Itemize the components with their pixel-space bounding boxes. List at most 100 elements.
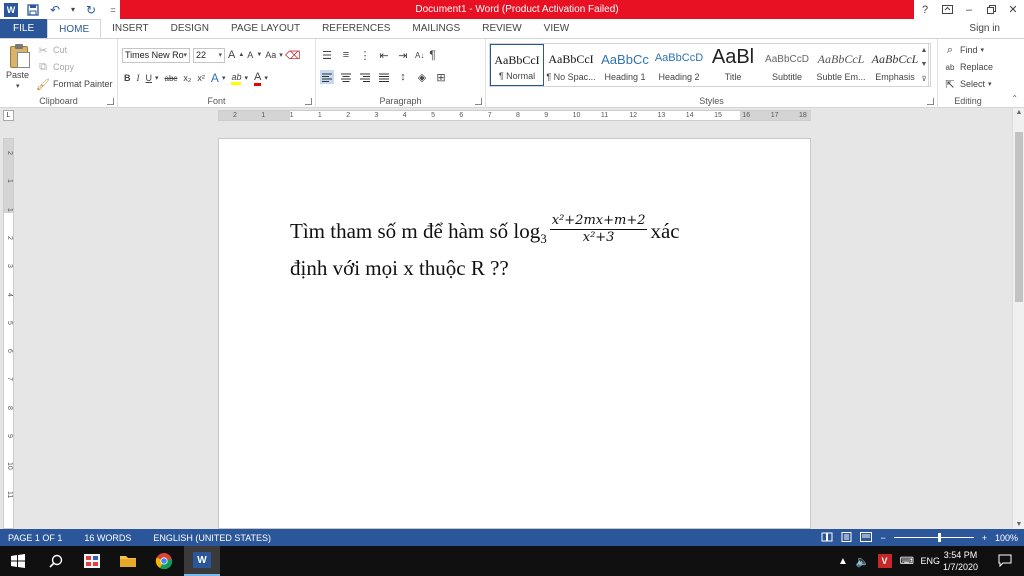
text-effects-button[interactable]: A ▾ xyxy=(211,70,226,86)
style-subtle-emphasis[interactable]: AaBbCcL Subtle Em... xyxy=(814,44,868,86)
style-normal[interactable]: AaBbCcI ¶ Normal xyxy=(490,44,544,86)
save-icon[interactable] xyxy=(26,3,40,17)
redo-icon[interactable]: ↻ xyxy=(84,3,98,17)
align-left-icon[interactable] xyxy=(320,70,334,84)
speaker-icon[interactable]: 🔈 xyxy=(856,555,870,568)
close-button[interactable]: ✕ xyxy=(1002,0,1024,19)
bold-button[interactable]: B xyxy=(124,70,131,86)
restore-button[interactable] xyxy=(980,0,1002,19)
find-button[interactable]: ⌕ Find ▾ xyxy=(943,42,984,58)
subscript-button[interactable]: x₂ xyxy=(183,70,191,86)
document-page[interactable]: Tìm tham số m để hàm số log3 x²+2mx+m+2 x²… xyxy=(218,138,811,529)
style-emphasis[interactable]: AaBbCcL Emphasis xyxy=(868,44,922,86)
format-painter-button[interactable]: 🖌 Format Painter xyxy=(36,76,113,92)
zoom-in-button[interactable]: + xyxy=(982,533,987,543)
align-right-icon[interactable] xyxy=(358,70,372,84)
app-icon[interactable] xyxy=(74,546,110,576)
language-status[interactable]: ENGLISH (UNITED STATES) xyxy=(153,533,271,543)
collapse-ribbon-icon[interactable]: ⌃ xyxy=(1011,94,1018,103)
bullets-icon[interactable]: ☰ xyxy=(320,48,334,62)
font-color-button[interactable]: A ▾ xyxy=(253,70,268,86)
scroll-up-icon[interactable]: ▲ xyxy=(1013,109,1024,116)
borders-icon[interactable]: ⊞ xyxy=(434,70,448,84)
input-language[interactable]: ENG xyxy=(920,546,940,576)
antivirus-icon[interactable]: V xyxy=(877,554,892,568)
show-marks-button[interactable]: ¶ xyxy=(429,47,435,63)
tab-page-layout[interactable]: PAGE LAYOUT xyxy=(220,19,311,38)
tab-review[interactable]: REVIEW xyxy=(471,19,532,38)
scroll-down-icon[interactable]: ▼ xyxy=(1013,521,1024,528)
numbering-icon[interactable]: ≡ xyxy=(339,48,353,62)
style-heading-2[interactable]: AaBbCcD Heading 2 xyxy=(652,44,706,86)
strikethrough-button[interactable]: abc xyxy=(165,70,178,86)
chevron-up-icon[interactable]: ▲ xyxy=(921,47,928,54)
multilevel-list-icon[interactable]: ⋮ xyxy=(358,48,372,62)
highlight-button[interactable]: ab ▾ xyxy=(231,70,248,86)
font-launcher-icon[interactable] xyxy=(305,98,312,105)
keyboard-icon[interactable]: ⌨ xyxy=(900,556,914,567)
decrease-indent-icon[interactable]: ⇤ xyxy=(377,48,391,62)
chrome-icon[interactable] xyxy=(146,546,182,576)
font-size-select[interactable]: 22 ▾ xyxy=(193,47,225,63)
start-button[interactable] xyxy=(0,546,36,576)
tab-file[interactable]: FILE xyxy=(0,19,48,38)
word-count[interactable]: 16 WORDS xyxy=(84,533,131,543)
style-heading-1[interactable]: AaBbCc Heading 1 xyxy=(598,44,652,86)
paste-button[interactable]: Paste xyxy=(6,70,29,80)
network-icon[interactable]: ▲ xyxy=(838,556,848,567)
shrink-font-button[interactable]: A ▼ xyxy=(247,47,262,63)
tab-mailings[interactable]: MAILINGS xyxy=(401,19,471,38)
underline-button[interactable]: U ▾ xyxy=(146,70,159,86)
tab-selector[interactable]: L xyxy=(3,110,14,121)
align-center-icon[interactable] xyxy=(339,70,353,84)
tab-design[interactable]: DESIGN xyxy=(160,19,220,38)
clipboard-launcher-icon[interactable] xyxy=(107,98,114,105)
paste-dropdown-icon[interactable]: ▾ xyxy=(16,82,20,90)
italic-button[interactable]: I xyxy=(137,70,140,86)
justify-icon[interactable] xyxy=(377,70,391,84)
print-layout-icon[interactable] xyxy=(841,531,852,544)
increase-indent-icon[interactable]: ⇥ xyxy=(396,48,410,62)
paragraph-launcher-icon[interactable] xyxy=(475,98,482,105)
sort-button[interactable]: A↓ xyxy=(415,47,424,63)
style-no-spacing[interactable]: AaBbCcI ¶ No Spac... xyxy=(544,44,598,86)
chevron-down-icon[interactable]: ▼ xyxy=(921,61,928,68)
style-subtitle[interactable]: AaBbCcD Subtitle xyxy=(760,44,814,86)
tab-references[interactable]: REFERENCES xyxy=(311,19,401,38)
notifications-icon[interactable] xyxy=(998,554,1012,570)
tab-insert[interactable]: INSERT xyxy=(101,19,160,38)
scroll-thumb[interactable] xyxy=(1015,132,1023,302)
word-taskbar-icon[interactable]: W xyxy=(184,546,220,576)
more-styles-icon[interactable]: ⊽ xyxy=(921,75,926,83)
cut-button[interactable]: ✂ Cut xyxy=(36,42,67,58)
sign-in-link[interactable]: Sign in xyxy=(969,19,1000,38)
select-button[interactable]: ⇱ Select ▾ xyxy=(943,76,991,92)
search-icon[interactable] xyxy=(38,546,74,576)
styles-scroll[interactable]: ▲ ▼ ⊽ xyxy=(918,43,931,87)
tab-home[interactable]: HOME xyxy=(47,19,102,38)
line-spacing-icon[interactable]: ↕ xyxy=(396,70,410,84)
font-name-select[interactable]: Times New Ro ▾ xyxy=(122,47,190,63)
customize-qat-icon[interactable]: = xyxy=(106,3,120,17)
grow-font-button[interactable]: A ▲ xyxy=(228,47,244,63)
clock[interactable]: 3:54 PM 1/7/2020 xyxy=(943,549,978,573)
clear-formatting-icon[interactable]: ⌫ xyxy=(285,48,301,62)
style-title[interactable]: AaBl Title xyxy=(706,44,760,86)
minimize-button[interactable]: – xyxy=(958,0,980,19)
document-paragraph[interactable]: Tìm tham số m để hàm số log3 x²+2mx+m+2 x²… xyxy=(290,213,730,285)
web-layout-icon[interactable] xyxy=(860,531,873,544)
ribbon-display-options-icon[interactable] xyxy=(936,0,958,19)
word-logo-icon[interactable]: W xyxy=(4,2,18,17)
zoom-level[interactable]: 100% xyxy=(995,533,1018,543)
superscript-button[interactable]: x² xyxy=(197,70,205,86)
undo-dropdown-icon[interactable]: ▾ xyxy=(70,3,76,17)
styles-launcher-icon[interactable] xyxy=(927,98,934,105)
zoom-out-button[interactable]: − xyxy=(880,533,885,543)
page-count[interactable]: PAGE 1 OF 1 xyxy=(8,533,62,543)
paste-icon[interactable] xyxy=(8,43,32,69)
undo-icon[interactable]: ↶ xyxy=(48,3,62,17)
replace-button[interactable]: ab Replace xyxy=(943,59,993,75)
vertical-scrollbar[interactable]: ▲ ▼ xyxy=(1012,108,1024,529)
vertical-ruler[interactable]: 2 1 1 2 3 4 5 6 7 8 9 10 11 xyxy=(3,138,14,529)
read-mode-icon[interactable] xyxy=(821,532,833,544)
